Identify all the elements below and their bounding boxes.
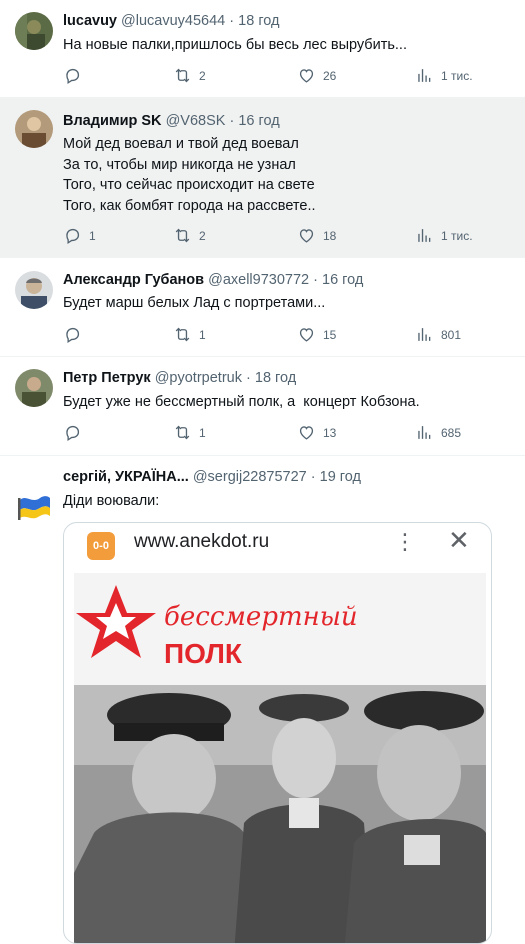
heart-icon: [297, 226, 316, 245]
avatar[interactable]: [15, 369, 53, 407]
avatar[interactable]: [15, 271, 53, 309]
like-count: 18: [323, 228, 337, 243]
tweet-header: Владимир SK @V68SK · 16 год: [63, 113, 280, 129]
separator: ·: [229, 13, 235, 29]
tweet-actions: 1 15 801: [63, 325, 483, 345]
views-icon: [415, 423, 434, 442]
retweet-button[interactable]: 1: [173, 423, 206, 442]
retweet-count: 2: [199, 68, 206, 83]
author-name[interactable]: Петр Петрук: [63, 370, 151, 386]
tweet-actions: 1 2 18 1 тис.: [63, 226, 483, 246]
tweet-header: сергій, УКРАЇНА... @sergij22875727 · 19 …: [63, 469, 361, 485]
timestamp[interactable]: 16 год: [322, 272, 363, 288]
reply-icon: [63, 325, 82, 344]
reply-count: 1: [89, 228, 96, 243]
retweet-icon: [173, 423, 192, 442]
separator: ·: [310, 469, 316, 485]
banner-title: бессмертный: [164, 602, 358, 632]
author-handle[interactable]: @lucavuy45644: [121, 13, 225, 29]
site-logo-icon: 0-0: [87, 532, 115, 560]
reply-icon: [63, 226, 82, 245]
retweet-icon: [173, 226, 192, 245]
author-handle[interactable]: @sergij22875727: [193, 469, 307, 485]
tweet-text: Будет марш белых Лад с портретами...: [63, 295, 326, 311]
reply-button[interactable]: 1: [63, 226, 96, 245]
retweet-count: 1: [199, 425, 206, 440]
like-count: 13: [323, 425, 337, 440]
timestamp[interactable]: 19 год: [320, 469, 361, 485]
views-count: 685: [441, 425, 462, 440]
author-handle[interactable]: @pyotrpetruk: [155, 370, 242, 386]
photo: бессмертный ПОЛК: [74, 573, 486, 943]
timestamp[interactable]: 16 год: [238, 113, 279, 129]
tweet-1[interactable]: lucavuy @lucavuy45644 · 18 год На новые …: [0, 0, 525, 98]
retweet-icon: [173, 325, 192, 344]
heart-icon: [297, 325, 316, 344]
like-button[interactable]: 15: [297, 325, 336, 344]
tweet-actions: 1 13 685: [63, 423, 483, 443]
close-icon: ✕: [448, 525, 470, 555]
author-name[interactable]: lucavuy: [63, 13, 117, 29]
like-count: 15: [323, 327, 337, 342]
timestamp[interactable]: 18 год: [255, 370, 296, 386]
browser-bar: 0-0 www.anekdot.ru ⋮ ✕: [64, 523, 491, 563]
more-menu-icon: ⋮: [394, 529, 416, 554]
tweet-actions: 2 26 1 тис.: [63, 66, 483, 86]
reply-button[interactable]: [63, 66, 89, 85]
views-button[interactable]: 685: [415, 423, 461, 442]
reply-icon: [63, 423, 82, 442]
tweet-4[interactable]: Петр Петрук @pyotrpetruk · 18 год Будет …: [0, 357, 525, 456]
like-button[interactable]: 13: [297, 423, 336, 442]
views-icon: [415, 325, 434, 344]
like-button[interactable]: 26: [297, 66, 336, 85]
timestamp[interactable]: 18 год: [238, 13, 279, 29]
tweet-text: Мой дед воевал и твой дед воевал За то, …: [63, 136, 316, 214]
tweet-text: Діди воювали:: [63, 493, 160, 509]
tweet-header: Александр Губанов @axell9730772 · 16 год: [63, 272, 363, 288]
avatar[interactable]: [16, 492, 54, 522]
tweet-2[interactable]: Владимир SK @V68SK · 16 год Мой дед воев…: [0, 98, 525, 258]
reply-button[interactable]: [63, 423, 89, 442]
tweet-header: lucavuy @lucavuy45644 · 18 год: [63, 13, 280, 29]
retweet-button[interactable]: 2: [173, 66, 206, 85]
like-count: 26: [323, 68, 337, 83]
views-count: 1 тис.: [441, 68, 473, 83]
heart-icon: [297, 66, 316, 85]
author-name[interactable]: сергій, УКРАЇНА...: [63, 469, 189, 485]
views-count: 1 тис.: [441, 228, 473, 243]
heart-icon: [297, 423, 316, 442]
author-handle[interactable]: @V68SK: [166, 113, 226, 129]
tweet-header: Петр Петрук @pyotrpetruk · 18 год: [63, 370, 296, 386]
views-button[interactable]: 801: [415, 325, 461, 344]
avatar[interactable]: [15, 110, 53, 148]
embedded-image[interactable]: 0-0 www.anekdot.ru ⋮ ✕ бессмертный ПОЛК: [63, 522, 492, 944]
views-icon: [415, 226, 434, 245]
tweet-text: На новые палки,пришлось бы весь лес выру…: [63, 37, 407, 53]
separator: ·: [246, 370, 251, 386]
retweet-count: 1: [199, 327, 206, 342]
avatar[interactable]: [15, 12, 53, 50]
reply-icon: [63, 66, 82, 85]
tweet-text: Будет уже не бессмертный полк, а концерт…: [63, 394, 420, 410]
retweet-icon: [173, 66, 192, 85]
separator: ·: [313, 272, 318, 288]
separator: ·: [229, 113, 235, 129]
retweet-button[interactable]: 2: [173, 226, 206, 245]
author-name[interactable]: Владимир SK: [63, 113, 162, 129]
views-button[interactable]: 1 тис.: [415, 66, 473, 85]
author-handle[interactable]: @axell9730772: [208, 272, 309, 288]
views-button[interactable]: 1 тис.: [415, 226, 473, 245]
site-url: www.anekdot.ru: [134, 531, 270, 552]
retweet-button[interactable]: 1: [173, 325, 206, 344]
reply-button[interactable]: [63, 325, 89, 344]
views-icon: [415, 66, 434, 85]
like-button[interactable]: 18: [297, 226, 336, 245]
views-count: 801: [441, 327, 462, 342]
author-name[interactable]: Александр Губанов: [63, 272, 204, 288]
tweet-3[interactable]: Александр Губанов @axell9730772 · 16 год…: [0, 258, 525, 357]
retweet-count: 2: [199, 228, 206, 243]
banner-subtitle: ПОЛК: [164, 638, 243, 669]
